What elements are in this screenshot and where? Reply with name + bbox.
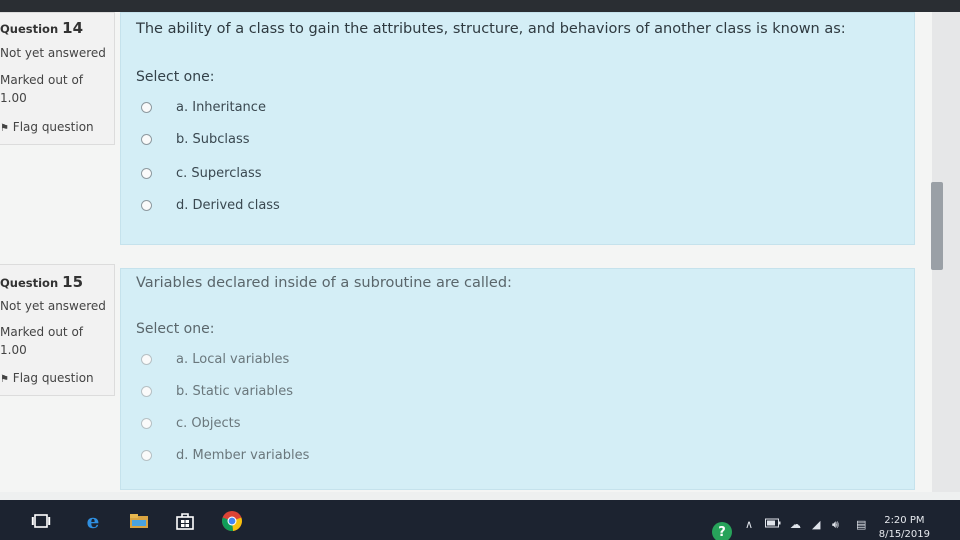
radio-button[interactable] <box>141 101 152 113</box>
marked-out-of: Marked out of <box>0 73 84 87</box>
answer-option[interactable]: b. Subclass <box>141 130 250 148</box>
radio-button[interactable] <box>141 449 152 461</box>
question-15-info: Question 15 Not yet answered Marked out … <box>0 264 115 396</box>
answer-option[interactable]: d. Member variables <box>141 446 309 464</box>
taskbar-clock[interactable]: 2:20 PM 8/15/2019 <box>879 514 930 540</box>
radio-button[interactable] <box>141 133 152 145</box>
answer-option[interactable]: b. Static variables <box>141 382 293 400</box>
answer-label: b. Subclass <box>176 131 250 147</box>
scrollbar-thumb[interactable] <box>931 182 943 270</box>
flag-question-label: Flag question <box>12 371 94 385</box>
flag-icon: ⚑ <box>0 123 9 134</box>
clock-time: 2:20 PM <box>884 515 925 526</box>
clock-date: 8/15/2019 <box>878 528 930 540</box>
question-text: Variables declared inside of a subroutin… <box>136 275 512 291</box>
wifi-icon[interactable]: ◢ <box>812 518 820 531</box>
answer-label: c. Objects <box>176 415 241 431</box>
answer-label: b. Static variables <box>176 383 294 399</box>
answer-label: d. Member variables <box>176 447 310 463</box>
question-14-box: The ability of a class to gain the attri… <box>120 12 915 245</box>
radio-button[interactable] <box>141 199 152 211</box>
answer-label: a. Inheritance <box>176 99 266 115</box>
radio-button[interactable] <box>141 385 152 397</box>
question-number: Question 15 <box>0 273 84 291</box>
battery-icon[interactable] <box>765 518 781 531</box>
cloud-icon[interactable]: ☁ <box>790 518 801 531</box>
flag-question-link[interactable]: ⚑ Flag question <box>0 371 94 386</box>
radio-button[interactable] <box>141 167 152 179</box>
flag-question-label: Flag question <box>12 120 94 134</box>
answer-label: a. Local variables <box>176 351 290 367</box>
chevron-up-icon[interactable]: ∧ <box>745 518 753 531</box>
flag-question-link[interactable]: ⚑ Flag question <box>0 120 94 135</box>
task-view-icon[interactable] <box>30 510 52 532</box>
question-status: Not yet answered <box>0 299 106 313</box>
select-one-label: Select one: <box>136 69 215 85</box>
notification-icon[interactable]: ▤ <box>856 518 866 531</box>
answer-option[interactable]: d. Derived class <box>141 196 280 214</box>
answer-label: c. Superclass <box>176 165 262 181</box>
volume-icon[interactable]: 🔊︎ <box>832 518 839 532</box>
edge-browser-icon[interactable]: e <box>82 509 104 533</box>
question-text: The ability of a class to gain the attri… <box>136 21 846 37</box>
answer-option[interactable]: a. Local variables <box>141 350 289 368</box>
radio-button[interactable] <box>141 417 152 429</box>
radio-button[interactable] <box>141 353 152 365</box>
top-strip <box>0 0 960 12</box>
store-icon[interactable] <box>174 510 196 532</box>
answer-option[interactable]: c. Superclass <box>141 164 261 182</box>
answer-option[interactable]: a. Inheritance <box>141 98 266 116</box>
file-explorer-icon[interactable] <box>128 510 150 532</box>
answer-label: d. Derived class <box>176 197 280 213</box>
question-marks: 1.00 <box>0 343 27 357</box>
select-one-label: Select one: <box>136 321 215 337</box>
question-number: Question 14 <box>0 19 84 37</box>
taskbar: e ? ∧ ☁ ◢ 🔊︎ ▤ 2:20 PM 8/15/2019 <box>0 500 960 540</box>
marked-out-of: Marked out of <box>0 325 84 339</box>
question-14-info: Question 14 Not yet answered Marked out … <box>0 12 115 145</box>
answer-option[interactable]: c. Objects <box>141 414 241 432</box>
chrome-icon[interactable] <box>220 510 244 532</box>
question-marks: 1.00 <box>0 91 27 105</box>
help-icon[interactable]: ? <box>712 522 732 540</box>
flag-icon: ⚑ <box>0 374 9 385</box>
question-status: Not yet answered <box>0 46 106 60</box>
question-15-box: Variables declared inside of a subroutin… <box>120 268 915 490</box>
